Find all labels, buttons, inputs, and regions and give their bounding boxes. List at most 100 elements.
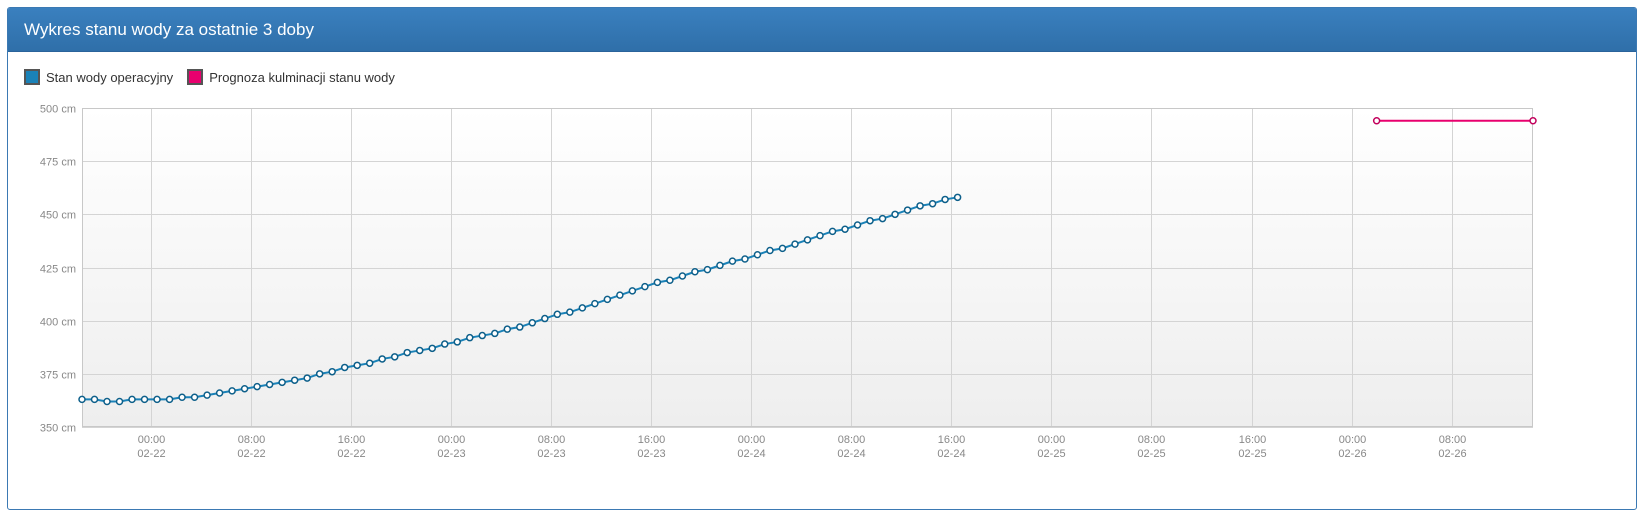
y-axis-ticks: 500 cm 475 cm 450 cm 425 cm 400 cm 375 cm 350 … [40,104,76,435]
data-point-observed[interactable] [253,382,261,391]
x-tick-time-label: 16:00 [338,434,366,446]
data-point-observed[interactable] [403,348,411,357]
data-point-forecast[interactable] [1372,117,1381,125]
x-tick-date-label: 02-22 [237,448,265,460]
data-point-observed[interactable] [566,308,574,316]
data-point-observed[interactable] [428,344,436,353]
data-point-observed[interactable] [628,287,637,295]
data-point-observed[interactable] [866,216,874,225]
y-tick-label: 350 cm [40,423,76,435]
data-point-observed[interactable] [178,393,186,401]
data-point-observed[interactable] [115,397,124,406]
data-point-forecast[interactable] [1529,117,1537,125]
data-point-observed[interactable] [466,333,474,342]
data-point-observed[interactable] [353,361,361,370]
data-point-observed[interactable] [165,395,174,404]
data-point-observed[interactable] [278,378,286,387]
y-tick-label: 425 cm [40,264,76,276]
data-point-observed[interactable] [491,329,499,338]
x-tick-time-label: 08:00 [1138,434,1166,446]
data-point-observed[interactable] [140,395,149,404]
data-point-observed[interactable] [953,193,962,202]
data-point-observed[interactable] [803,236,812,244]
data-point-observed[interactable] [365,359,374,367]
data-point-observed[interactable] [753,250,762,259]
data-point-observed[interactable] [616,291,624,299]
x-tick-time-label: 00:00 [138,434,166,446]
data-point-observed[interactable] [778,244,787,253]
x-tick-date-label: 02-25 [1037,448,1065,460]
data-point-observed[interactable] [503,325,512,333]
data-point-observed[interactable] [190,393,199,401]
x-tick-date-label: 02-22 [137,448,165,460]
data-point-observed[interactable] [841,225,849,233]
data-point-observed[interactable] [716,261,724,270]
data-point-observed[interactable] [828,227,837,236]
y-tick-label: 375 cm [40,370,76,382]
y-tick-label: 400 cm [40,317,76,329]
data-point-observed[interactable] [128,395,136,404]
data-point-observed[interactable] [390,353,399,361]
data-point-observed[interactable] [378,355,386,363]
data-point-observed[interactable] [691,268,699,276]
data-point-observed[interactable] [678,272,687,280]
data-point-observed[interactable] [816,231,824,240]
x-tick-time-label: 00:00 [1339,434,1367,446]
water-level-chart: 500 cm 475 cm 450 cm 425 cm 400 cm 375 cm 350 … [40,104,1537,460]
x-tick-time-label: 08:00 [238,434,266,446]
data-point-observed[interactable] [203,391,211,399]
x-tick-time-label: 08:00 [1439,434,1467,446]
data-point-observed[interactable] [553,310,562,319]
y-tick-label: 450 cm [40,210,76,222]
data-point-observed[interactable] [916,202,924,210]
data-point-observed[interactable] [240,384,249,393]
data-point-observed[interactable] [853,221,862,229]
x-tick-time-label: 08:00 [538,434,566,446]
data-point-observed[interactable] [340,363,349,372]
data-point-observed[interactable] [603,295,612,304]
data-point-observed[interactable] [415,346,424,355]
data-point-observed[interactable] [653,278,662,287]
x-tick-date-label: 02-24 [737,448,765,460]
data-point-observed[interactable] [728,257,737,265]
data-point-observed[interactable] [103,397,111,406]
data-point-observed[interactable] [641,282,649,291]
x-tick-date-label: 02-24 [937,448,965,460]
x-tick-date-label: 02-26 [1438,448,1466,460]
data-point-observed[interactable] [941,195,949,204]
data-point-observed[interactable] [90,395,99,404]
data-point-observed[interactable] [666,276,674,285]
data-point-observed[interactable] [290,376,299,384]
data-point-observed[interactable] [441,340,449,348]
data-point-observed[interactable] [578,304,587,312]
data-point-observed[interactable] [453,338,462,346]
data-point-observed[interactable] [591,299,599,308]
data-point-observed[interactable] [265,380,274,389]
data-point-observed[interactable] [928,199,937,208]
data-point-observed[interactable] [766,246,774,255]
data-point-observed[interactable] [878,214,887,223]
data-point-observed[interactable] [528,319,537,327]
data-point-observed[interactable] [741,255,749,263]
y-tick-label: 475 cm [40,157,76,169]
y-tick-label: 500 cm [40,104,76,116]
x-axis-ticks: 00:00 02-22 08:00 02-22 16:00 02-22 00:00 02-23… [137,434,1466,460]
data-point-observed[interactable] [328,367,336,376]
data-point-observed[interactable] [303,374,311,382]
data-point-observed[interactable] [78,395,86,404]
x-tick-time-label: 00:00 [438,434,466,446]
data-point-observed[interactable] [703,265,712,274]
data-point-observed[interactable] [791,240,799,248]
data-point-observed[interactable] [315,370,324,378]
x-tick-date-label: 02-23 [637,448,665,460]
data-point-observed[interactable] [478,331,487,340]
data-point-observed[interactable] [903,206,912,214]
data-point-observed[interactable] [891,210,899,219]
data-point-observed[interactable] [215,389,224,397]
data-point-observed[interactable] [541,314,549,323]
x-tick-date-label: 02-23 [437,448,465,460]
data-point-observed[interactable] [153,395,161,404]
data-point-observed[interactable] [516,323,524,331]
x-tick-date-label: 02-25 [1238,448,1266,460]
data-point-observed[interactable] [228,387,236,395]
